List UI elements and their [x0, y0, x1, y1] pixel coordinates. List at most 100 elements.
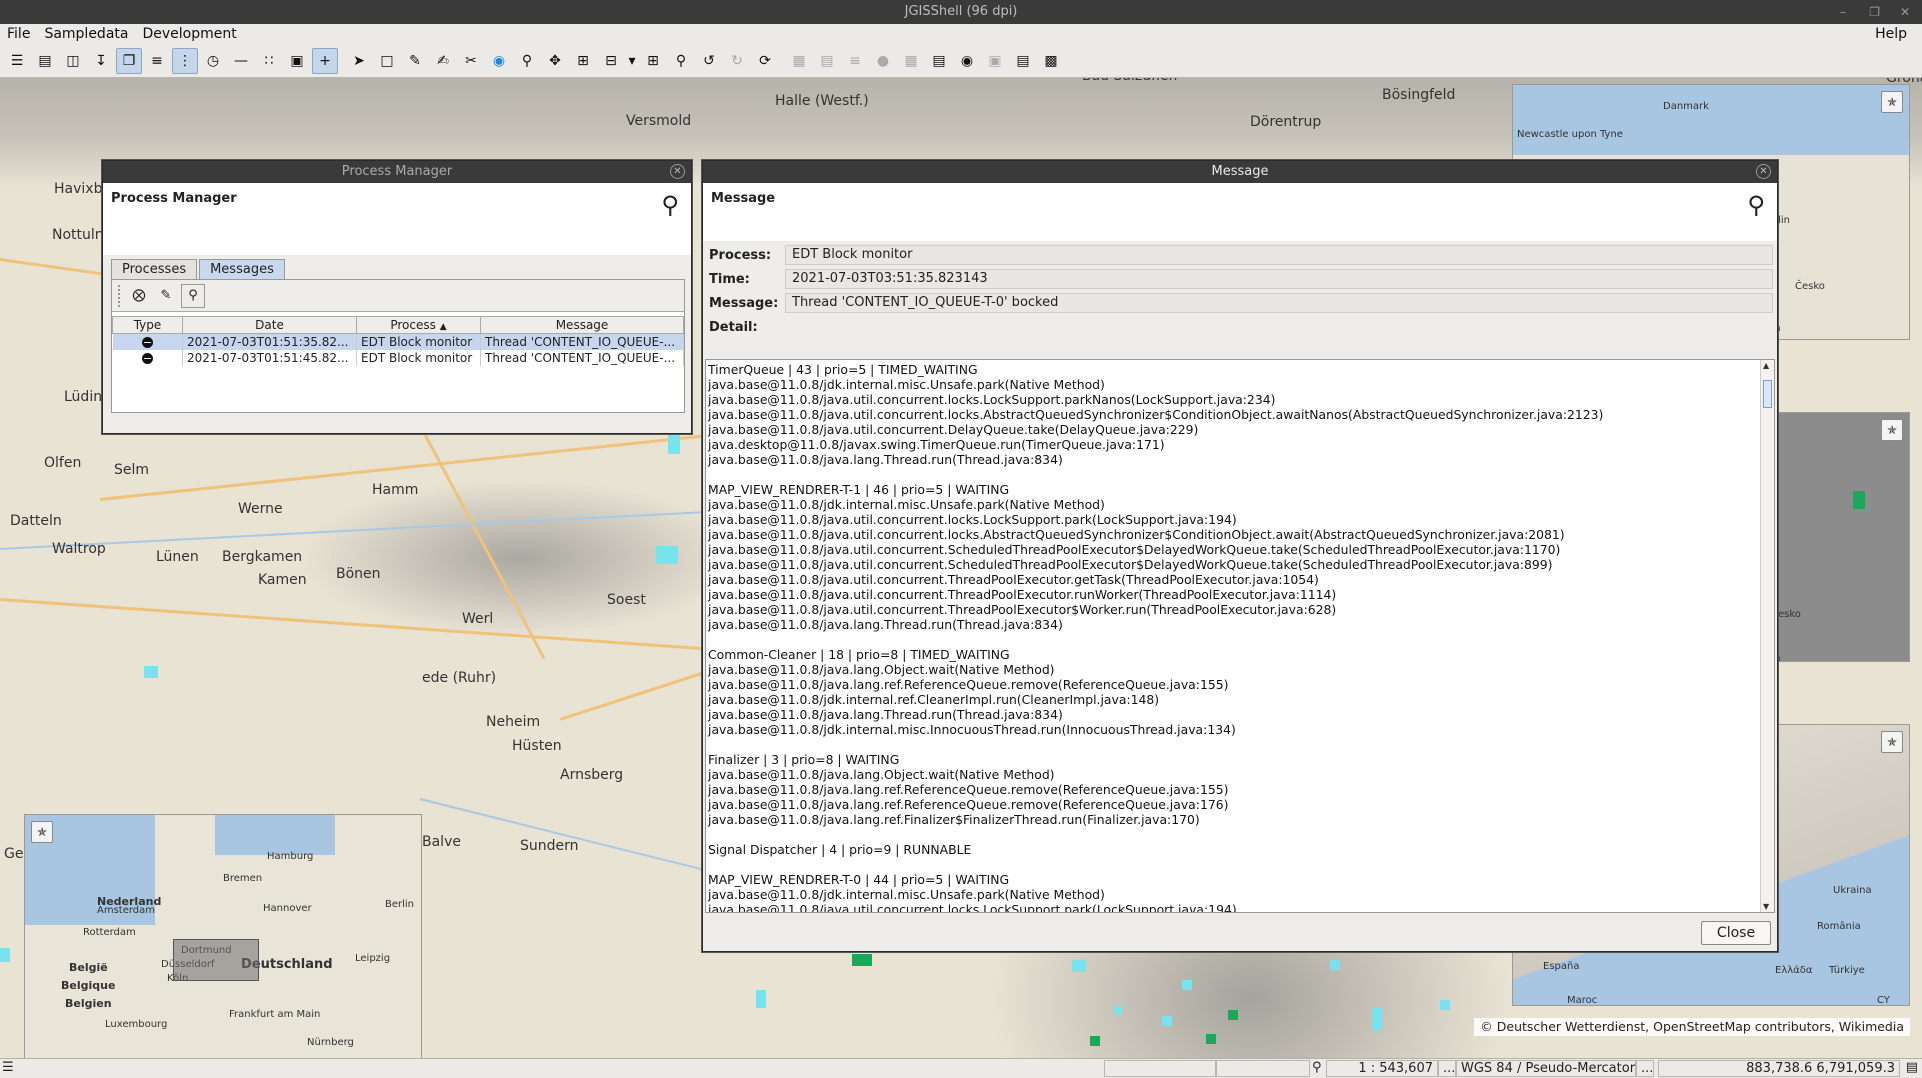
pan-icon[interactable]: ✥ — [542, 48, 568, 74]
window-icon[interactable]: ❐ — [116, 47, 142, 74]
layers-icon[interactable]: ☰ — [4, 48, 30, 74]
zoom-region-icon[interactable]: ⚲ — [514, 48, 540, 74]
zoom-out-icon[interactable]: ⊟ — [598, 48, 624, 74]
crs-more-button[interactable]: ... — [1636, 1060, 1654, 1077]
scale-more-button[interactable]: ... — [1438, 1060, 1456, 1077]
city-label: Balve — [422, 834, 461, 850]
scroll-icon[interactable]: ▤ — [1010, 48, 1036, 74]
column-header-type[interactable]: Type — [112, 316, 183, 334]
globe-icon[interactable]: ◉ — [486, 48, 512, 74]
shapes-icon[interactable]: ▣ — [284, 48, 310, 74]
column-header-date[interactable]: Date — [182, 316, 357, 334]
tab-messages[interactable]: Messages — [199, 259, 285, 279]
location-pin-icon[interactable]: ⚲ — [1312, 1060, 1322, 1075]
message-header: Message ⚲ — [703, 183, 1777, 241]
message-value[interactable]: Thread 'CONTENT_IO_QUEUE-T-0' bocked — [785, 293, 1773, 313]
grid-select-icon[interactable]: ⊞ — [640, 48, 666, 74]
cut-icon[interactable]: ✂ — [458, 48, 484, 74]
menu-sampledata[interactable]: Sampledata — [37, 26, 135, 42]
lines-icon[interactable]: ≡ — [842, 48, 868, 74]
map-scale[interactable]: 1 : 543,607 — [1326, 1060, 1438, 1077]
radar-cell — [1072, 960, 1086, 972]
menu-development[interactable]: Development — [135, 26, 243, 42]
record-icon[interactable]: ◉ — [954, 48, 980, 74]
tooltip-icon[interactable]: □ — [374, 48, 400, 74]
message-fields: Process: EDT Block monitor Time: 2021-07… — [709, 243, 1773, 339]
detail-text-area[interactable]: TimerQueue | 43 | prio=5 | TIMED_WAITING… — [705, 359, 1775, 913]
edit-doc2-icon[interactable]: ✍ — [430, 48, 456, 74]
bulb-icon[interactable]: ⚲ — [181, 283, 205, 308]
save-icon[interactable]: ◫ — [60, 48, 86, 74]
terminal-icon[interactable]: ▩ — [1038, 48, 1064, 74]
doc-icon[interactable]: ▤ — [926, 48, 952, 74]
download-icon[interactable]: ↧ — [88, 48, 114, 74]
rotate-icon[interactable]: ↺ — [696, 48, 722, 74]
status-menu-icon[interactable]: ☰ — [2, 1060, 14, 1075]
circle-icon[interactable]: ● — [870, 48, 896, 74]
list-icon[interactable]: ≡ — [144, 48, 170, 74]
field-message: Message: Thread 'CONTENT_IO_QUEUE-T-0' b… — [709, 291, 1773, 315]
field-label: Process: — [709, 247, 772, 263]
magnifier-icon[interactable]: ⚲ — [668, 48, 694, 74]
mini-map-settings-icon[interactable]: ✯ — [1881, 731, 1903, 753]
scroll-down-icon[interactable]: ▼ — [1763, 902, 1769, 911]
detail-scrollbar[interactable]: ▲ ▼ — [1760, 360, 1774, 912]
process-manager-titlebar[interactable]: Process Manager ✕ — [103, 161, 691, 183]
expand-icon[interactable]: ▤ — [1906, 1060, 1918, 1075]
radar-cell — [756, 990, 766, 1008]
overview-settings-icon[interactable]: ✯ — [31, 821, 53, 843]
process-manager-close-icon[interactable]: ✕ — [670, 164, 685, 179]
minus-icon[interactable]: — — [228, 48, 254, 74]
pointer-icon[interactable]: ➤ — [346, 48, 372, 74]
message-titlebar[interactable]: Message ✕ — [703, 161, 1777, 183]
document-icon[interactable]: ▤ — [32, 48, 58, 74]
lightbulb-icon: ⚲ — [661, 191, 679, 219]
page-icon[interactable]: ▤ — [814, 48, 840, 74]
column-header-process[interactable]: Process ▲ — [356, 316, 481, 334]
redo-icon[interactable]: ↻ — [724, 48, 750, 74]
zoom-in-icon[interactable]: ⊞ — [570, 48, 596, 74]
overview-map[interactable]: Hamburg Bremen Nederland Amsterdam Hannover B… — [24, 814, 422, 1058]
menu-file[interactable]: File — [0, 26, 37, 42]
image-icon[interactable]: ▣ — [982, 48, 1008, 74]
edit-doc-icon[interactable]: ✎ — [402, 48, 428, 74]
crs-label[interactable]: WGS 84 / Pseudo-Mercator — [1456, 1060, 1636, 1077]
river — [0, 508, 760, 550]
city-label: Versmold — [626, 113, 692, 129]
time-value[interactable]: 2021-07-03T03:51:35.823143 — [785, 269, 1773, 289]
table-row[interactable]: 2021-07-03T01:51:35.82... EDT Block moni… — [112, 333, 684, 350]
cursor-coordinates: 883,738.6 6,791,059.3 — [1658, 1060, 1900, 1077]
refresh-icon[interactable]: ⟳ — [752, 48, 778, 74]
close-button[interactable]: Close — [1701, 921, 1771, 945]
message-dialog-close-icon[interactable]: ✕ — [1756, 164, 1771, 179]
table-row[interactable]: 2021-07-03T01:51:45.82... EDT Block moni… — [112, 349, 684, 366]
grid-icon[interactable]: ∷ — [256, 48, 282, 74]
menu-help[interactable]: Help — [1868, 24, 1914, 44]
lightbulb-error-icon: ⚲ — [1747, 191, 1765, 219]
more-icon[interactable]: ⋮ — [172, 47, 198, 74]
process-value[interactable]: EDT Block monitor — [785, 245, 1773, 265]
clock-icon[interactable]: ◷ — [200, 48, 226, 74]
dropdown-icon[interactable]: ▾ — [626, 48, 638, 74]
plus-icon[interactable]: + — [312, 47, 338, 74]
toolbar-grip[interactable] — [118, 284, 124, 307]
city-label: Bergkamen — [222, 549, 303, 565]
close-window-icon[interactable]: ✕ — [1900, 0, 1910, 24]
column-header-message[interactable]: Message — [480, 316, 684, 334]
grid2-icon[interactable]: ▦ — [898, 48, 924, 74]
table-icon[interactable]: ▦ — [786, 48, 812, 74]
mini-map-settings-icon[interactable]: ✯ — [1881, 91, 1903, 113]
messages-panel: ⨂ ✎ ⚲ Type Date Process ▲ Message 2021-0… — [111, 279, 685, 413]
maximize-icon[interactable]: ❐ — [1869, 0, 1880, 24]
field-process: Process: EDT Block monitor — [709, 243, 1773, 267]
row-date: 2021-07-03T01:51:45.82... — [182, 349, 357, 366]
scroll-thumb[interactable] — [1763, 380, 1772, 408]
minimize-icon[interactable]: – — [1840, 0, 1846, 24]
clear-icon[interactable]: ✎ — [154, 284, 178, 308]
stop-icon[interactable]: ⨂ — [127, 284, 151, 308]
tab-processes[interactable]: Processes — [111, 259, 198, 279]
overview-place-label: Berlin — [385, 899, 415, 910]
mini-map-settings-icon[interactable]: ✯ — [1881, 419, 1903, 441]
overview-extent-frame[interactable] — [173, 939, 259, 981]
scroll-up-icon[interactable]: ▲ — [1763, 361, 1769, 370]
